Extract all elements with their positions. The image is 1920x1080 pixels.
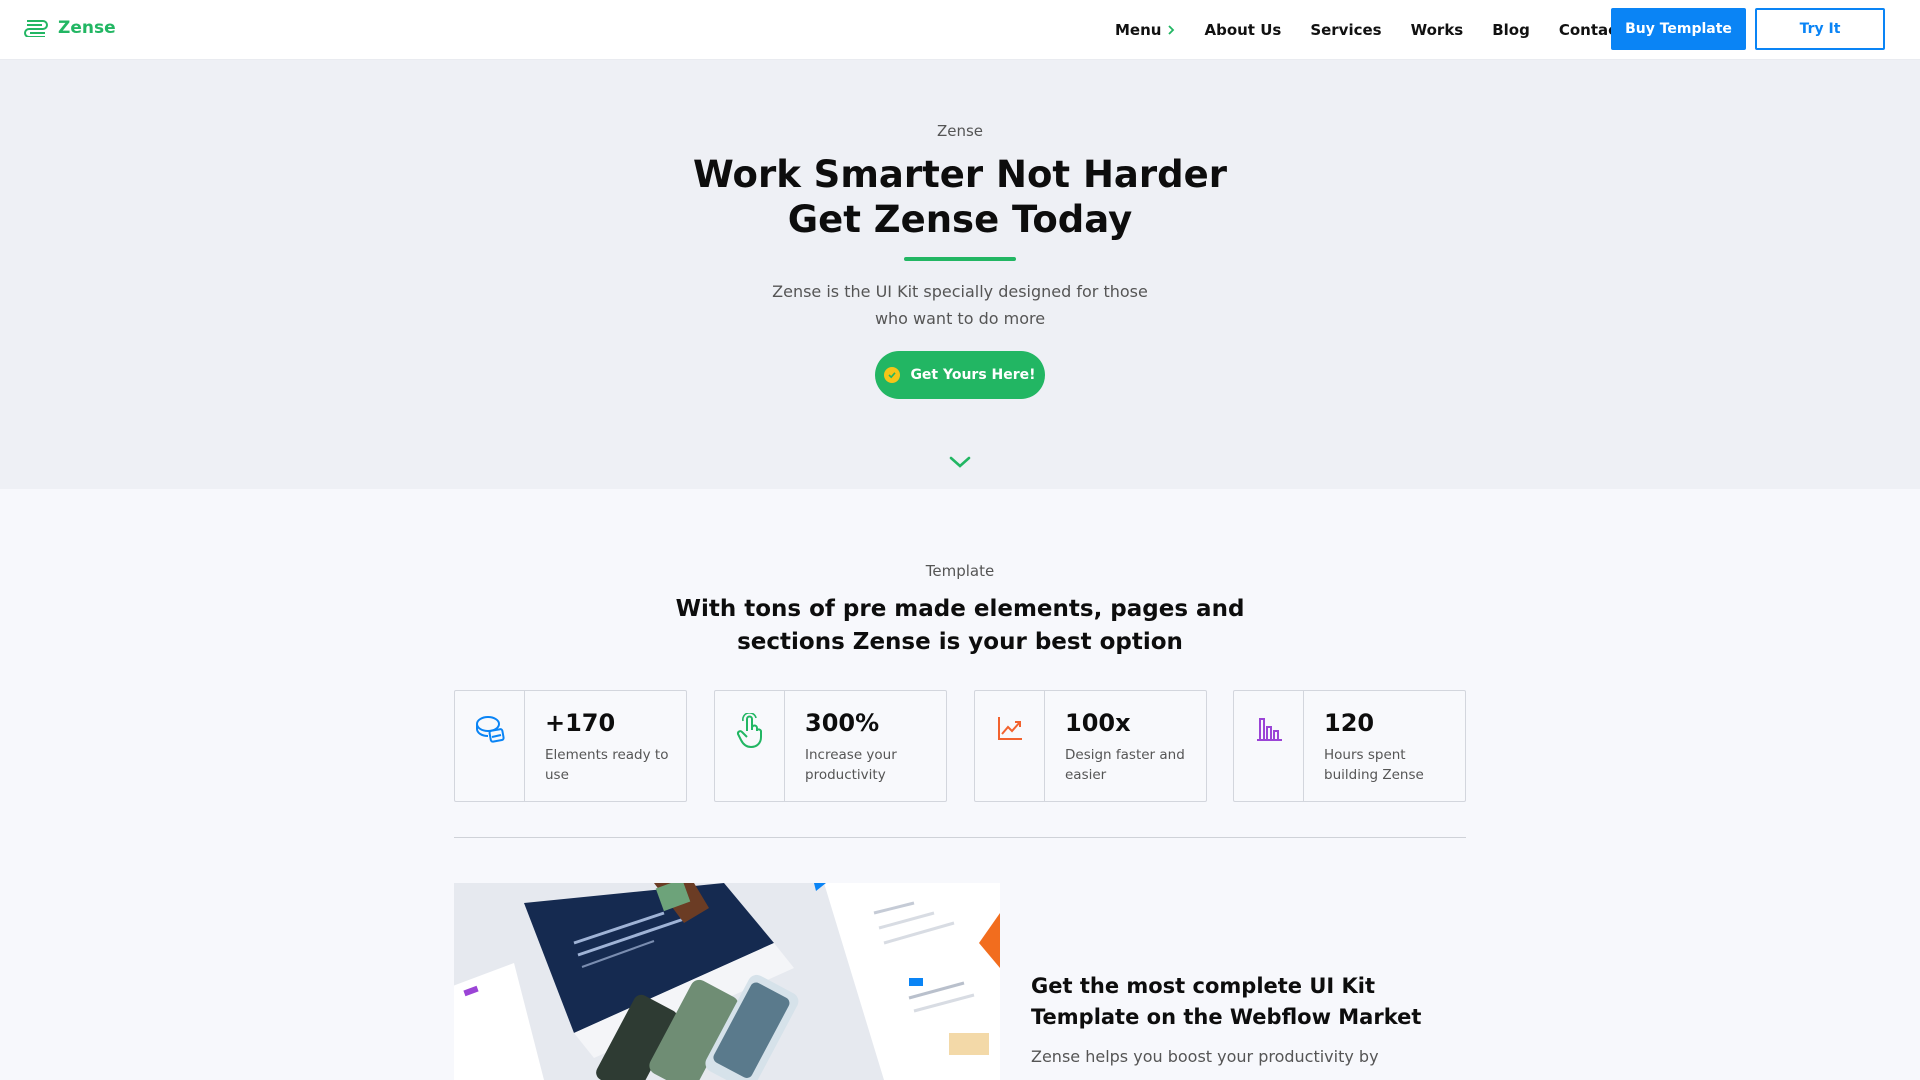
nav-link-services[interactable]: Services — [1310, 21, 1381, 39]
hero-subtitle-line-2: who want to do more — [874, 309, 1046, 328]
feature-description: Zense helps you boost your productivity … — [1031, 1047, 1379, 1066]
nav-link-works[interactable]: Works — [1411, 21, 1464, 39]
buy-template-button[interactable]: Buy Template — [1611, 8, 1746, 50]
trending-chart-icon — [997, 717, 1022, 740]
stat-card-elements: +170 Elements ready to use — [454, 690, 687, 802]
get-yours-label: Get Yours Here! — [910, 367, 1036, 383]
stat-label: Increase your productivity — [805, 747, 897, 783]
feature-title-line-2: Template on the Webflow Market — [1031, 1005, 1422, 1029]
stat-label: Hours spent building Zense — [1324, 747, 1424, 783]
nav-link-menu-label: Menu — [1115, 21, 1162, 39]
template-eyebrow: Template — [925, 562, 995, 580]
stat-value: 100x — [1065, 709, 1131, 737]
get-yours-button[interactable]: Get Yours Here! — [875, 351, 1045, 399]
hero-title-underline — [904, 257, 1016, 261]
try-it-button[interactable]: Try It — [1755, 8, 1885, 50]
hero-eyebrow: Zense — [936, 122, 984, 140]
hero-title-line-2: Get Zense Today — [787, 198, 1133, 241]
zense-logo-icon — [24, 20, 48, 37]
stat-value: 300% — [805, 709, 880, 737]
hero-title: Work Smarter Not Harder Get Zense Today — [0, 152, 1920, 242]
check-circle-icon — [884, 367, 901, 383]
nav-links: Menu About Us Services Works Blog Contac… — [1115, 0, 1680, 60]
hero-section: Zense Work Smarter Not Harder Get Zense … — [0, 60, 1920, 489]
section-divider — [454, 837, 1466, 838]
stat-label: Design faster and easier — [1065, 747, 1185, 783]
template-title-line-1: With tons of pre made elements, pages an… — [675, 596, 1245, 622]
bar-chart-icon — [1256, 718, 1282, 741]
template-title-line-2: sections Zense is your best option — [737, 629, 1183, 655]
stat-card-productivity: 300% Increase your productivity — [714, 690, 947, 802]
nav-link-menu[interactable]: Menu — [1115, 21, 1175, 39]
feature-title: Get the most complete UI Kit Template on… — [1031, 971, 1451, 1033]
mockup-illustration — [454, 883, 1000, 1080]
template-title: With tons of pre made elements, pages an… — [0, 593, 1920, 659]
stat-card-design: 100x Design faster and easier — [974, 690, 1207, 802]
brand-logo[interactable]: Zense — [24, 18, 116, 38]
stat-value: +170 — [545, 709, 616, 737]
brand-name: Zense — [58, 18, 116, 38]
hero-title-line-1: Work Smarter Not Harder — [693, 153, 1227, 196]
nav-link-about[interactable]: About Us — [1204, 21, 1281, 39]
hand-pointer-icon — [736, 713, 762, 748]
template-mockup-image — [454, 883, 1000, 1080]
stat-value: 120 — [1324, 709, 1375, 737]
top-navbar: Zense Menu About Us Services Works Blog … — [0, 0, 1920, 60]
layers-icon — [475, 716, 505, 743]
chevron-right-icon — [1168, 25, 1175, 35]
stat-card-hours: 120 Hours spent building Zense — [1233, 690, 1466, 802]
stats-row: +170 Elements ready to use 300% Increase… — [454, 690, 1466, 802]
nav-link-blog[interactable]: Blog — [1492, 21, 1530, 39]
feature-title-line-1: Get the most complete UI Kit — [1031, 974, 1376, 998]
stat-label: Elements ready to use — [545, 747, 669, 783]
scroll-down-chevron-icon[interactable] — [948, 454, 972, 470]
hero-subtitle: Zense is the UI Kit specially designed f… — [0, 278, 1920, 332]
hero-subtitle-line-1: Zense is the UI Kit specially designed f… — [772, 282, 1148, 301]
